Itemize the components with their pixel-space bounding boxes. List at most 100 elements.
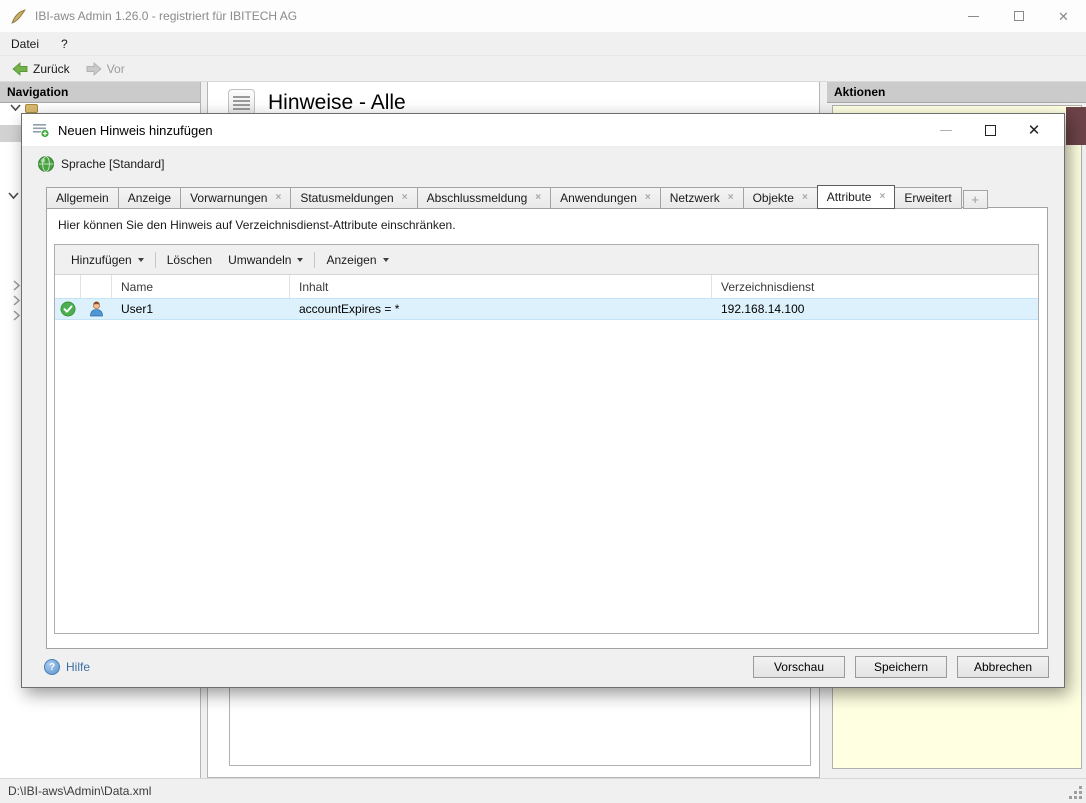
attributes-toolbar: Hinzufügen Löschen Umwandeln Anzeigen	[55, 245, 1038, 275]
nav-selected-item[interactable]	[0, 125, 22, 142]
close-tab-icon[interactable]: ×	[879, 192, 885, 202]
maximize-icon	[985, 125, 996, 136]
tab-label: Netzwerk	[670, 191, 720, 205]
statusbar-path: D:\IBI-aws\Admin\Data.xml	[8, 784, 151, 798]
cancel-button[interactable]: Abbrechen	[957, 656, 1049, 678]
info-text: Hier können Sie den Hinweis auf Verzeich…	[58, 218, 456, 232]
actions-panel-header: Aktionen	[827, 82, 1086, 103]
attributes-table: Name Inhalt Verzeichnisdienst	[55, 275, 1038, 320]
nav-root-icon	[25, 104, 38, 113]
back-label: Zurück	[33, 62, 70, 76]
type-column-header[interactable]	[81, 275, 112, 298]
tab-label: Attribute	[827, 190, 872, 204]
close-tab-icon[interactable]: ×	[645, 193, 651, 203]
add-hint-icon	[32, 122, 50, 138]
tab-label: Abschlussmeldung	[427, 191, 528, 205]
tab-anzeige[interactable]: Anzeige	[118, 187, 181, 209]
main-titlebar: IBI-aws Admin 1.26.0 - registriert für I…	[0, 0, 1086, 32]
back-arrow-icon	[12, 62, 28, 76]
tab-label: Erweitert	[904, 191, 951, 205]
verzeichnisdienst-column-header[interactable]: Verzeichnisdienst	[712, 275, 1038, 298]
tab-label: Statusmeldungen	[300, 191, 393, 205]
inhalt-column-header[interactable]: Inhalt	[290, 275, 712, 298]
save-button[interactable]: Speichern	[855, 656, 947, 678]
actions-item-fragment	[1066, 107, 1086, 145]
cell-inhalt: accountExpires = *	[290, 302, 712, 316]
actions-header-label: Aktionen	[834, 85, 885, 99]
attributes-groupbox: Hinzufügen Löschen Umwandeln Anzeigen	[54, 244, 1039, 634]
language-selector[interactable]: Sprache [Standard]	[37, 155, 164, 173]
tab-label: Anzeige	[128, 191, 171, 205]
tab-attribute[interactable]: Attribute ×	[817, 185, 896, 209]
preview-button[interactable]: Vorschau	[753, 656, 845, 678]
resize-grip[interactable]	[1079, 796, 1082, 799]
navigation-header-label: Navigation	[7, 85, 68, 99]
tab-objekte[interactable]: Objekte ×	[743, 187, 818, 209]
window-title: IBI-aws Admin 1.26.0 - registriert für I…	[35, 9, 297, 23]
menu-help[interactable]: ?	[50, 32, 79, 55]
close-icon: ✕	[1058, 10, 1069, 23]
chevron-down-icon[interactable]	[10, 104, 21, 112]
tab-vorwarnungen[interactable]: Vorwarnungen×	[180, 187, 291, 209]
chevron-down-icon	[138, 258, 144, 262]
dialog-titlebar: Neuen Hinweis hinzufügen ✕	[22, 114, 1064, 147]
close-tab-icon[interactable]: ×	[802, 193, 808, 203]
tab-label: Objekte	[753, 191, 794, 205]
back-button[interactable]: Zurück	[6, 60, 76, 78]
close-button[interactable]: ✕	[1041, 0, 1086, 32]
maximize-icon	[1014, 11, 1024, 21]
convert-attribute-button[interactable]: Umwandeln	[220, 250, 311, 270]
dialog-maximize-button[interactable]	[968, 114, 1012, 147]
menu-datei[interactable]: Datei	[0, 32, 50, 55]
show-attribute-button[interactable]: Anzeigen	[318, 250, 396, 270]
chevron-down-icon	[297, 258, 303, 262]
status-column-header[interactable]	[55, 275, 81, 298]
forward-arrow-icon	[86, 62, 102, 76]
tab-erweitert[interactable]: Erweitert	[894, 187, 961, 209]
forward-label: Vor	[107, 62, 125, 76]
chevron-down-icon[interactable]	[8, 192, 19, 200]
chevron-right-icon[interactable]	[13, 310, 21, 321]
close-tab-icon[interactable]: ×	[402, 193, 408, 203]
add-label: Hinzufügen	[71, 253, 132, 267]
close-tab-icon[interactable]: ×	[728, 193, 734, 203]
app-icon	[10, 8, 27, 25]
close-tab-icon[interactable]: ×	[535, 193, 541, 203]
add-attribute-button[interactable]: Hinzufügen	[63, 250, 152, 270]
tab-anwendungen[interactable]: Anwendungen ×	[550, 187, 661, 209]
list-icon	[228, 89, 255, 116]
dialog-footer: ? Hilfe Vorschau Speichern Abbrechen	[22, 647, 1064, 687]
close-tab-icon[interactable]: ×	[275, 193, 281, 203]
attribute-tab-page: Hier können Sie den Hinweis auf Verzeich…	[46, 207, 1048, 649]
table-row[interactable]: User1 accountExpires = * 192.168.14.100	[55, 298, 1038, 320]
chevron-down-icon	[383, 258, 389, 262]
forward-button[interactable]: Vor	[80, 60, 131, 78]
user-icon	[89, 301, 104, 317]
menubar: Datei ?	[0, 32, 1086, 56]
dialog-minimize-button[interactable]	[924, 114, 968, 147]
tab-abschlussmeldung[interactable]: Abschlussmeldung ×	[417, 187, 552, 209]
language-label: Sprache [Standard]	[61, 157, 164, 171]
table-header: Name Inhalt Verzeichnisdienst	[55, 275, 1038, 298]
chevron-right-icon[interactable]	[13, 295, 21, 306]
dialog-title: Neuen Hinweis hinzufügen	[58, 123, 213, 138]
delete-attribute-button[interactable]: Löschen	[159, 250, 220, 270]
chevron-right-icon[interactable]	[13, 280, 21, 291]
add-tab-button[interactable]: +	[963, 190, 988, 209]
tab-netzwerk[interactable]: Netzwerk ×	[660, 187, 744, 209]
minimize-icon	[968, 16, 979, 17]
help-link[interactable]: ? Hilfe	[44, 659, 90, 675]
tab-label: Allgemein	[56, 191, 109, 205]
convert-label: Umwandeln	[228, 253, 291, 267]
tab-statusmeldungen[interactable]: Statusmeldungen ×	[290, 187, 417, 209]
dialog-tabstrip: Allgemein Anzeige Vorwarnungen× Statusme…	[46, 185, 988, 209]
maximize-button[interactable]	[996, 0, 1041, 32]
page-title: Hinweise - Alle	[268, 91, 406, 115]
tab-allgemein[interactable]: Allgemein	[46, 187, 119, 209]
minimize-button[interactable]	[951, 0, 996, 32]
statusbar: D:\IBI-aws\Admin\Data.xml	[0, 778, 1086, 803]
show-label: Anzeigen	[326, 253, 376, 267]
name-column-header[interactable]: Name	[112, 275, 290, 298]
dialog-close-button[interactable]: ✕	[1012, 114, 1056, 147]
tab-label: Anwendungen	[560, 191, 637, 205]
